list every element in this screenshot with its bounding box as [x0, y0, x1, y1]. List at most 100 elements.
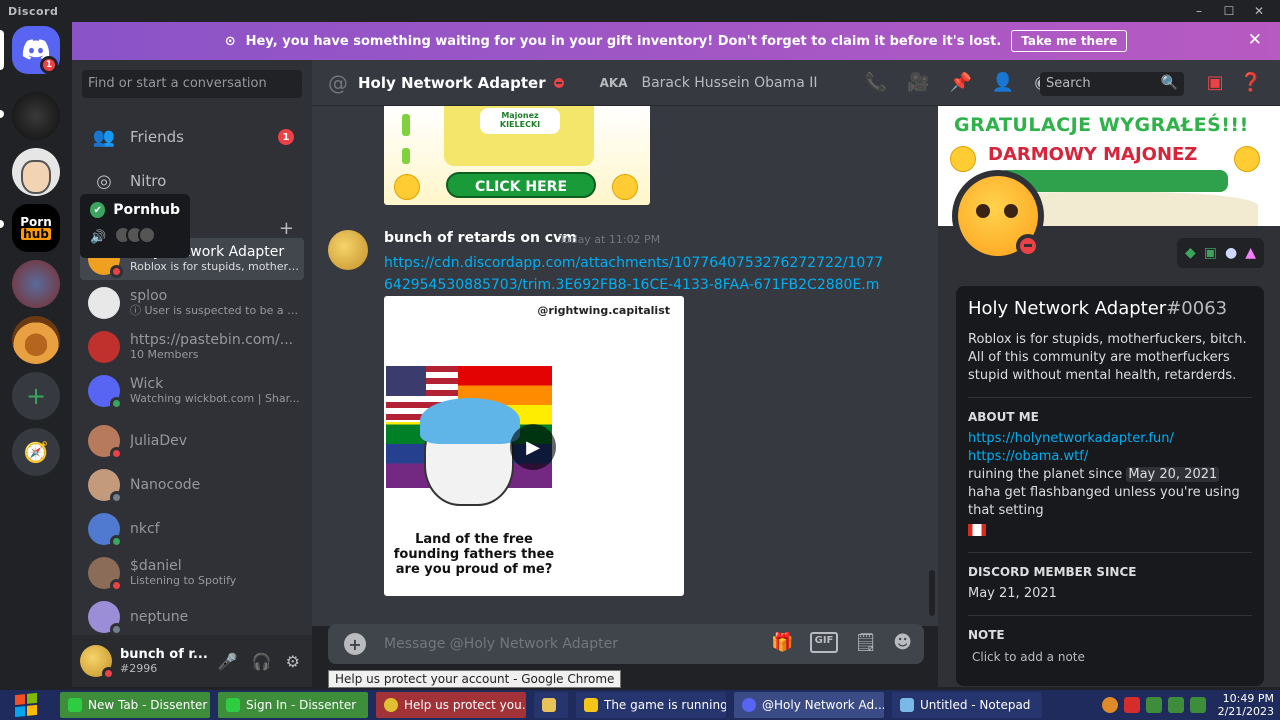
chrome-icon — [384, 698, 398, 712]
nitro-badge-icon[interactable]: ▣ — [1204, 245, 1217, 261]
minimize-button[interactable]: – — [1186, 4, 1212, 18]
add-friend-icon[interactable]: 👤 — [992, 72, 1014, 93]
about-link[interactable]: https://obama.wtf/ — [968, 448, 1252, 466]
video-call-icon[interactable]: 🎥 — [907, 72, 929, 93]
microphone-icon[interactable]: 🎤 — [218, 652, 238, 671]
pin-icon[interactable]: 📌 — [949, 72, 971, 93]
settings-gear-icon[interactable]: ⚙ — [286, 652, 300, 671]
taskbar-item[interactable]: @Holy Network Ad... — [734, 692, 884, 718]
dm-name: Wick — [130, 376, 164, 392]
taskbar-item[interactable]: Sign In - Dissenter — [218, 692, 368, 718]
message-composer: + Message @Holy Network Adapter 🎁 GIF 🗒 … — [328, 624, 924, 664]
early-supporter-badge-icon[interactable]: ▲ — [1245, 245, 1256, 261]
at-icon: @ — [328, 70, 348, 95]
chat-scrollbar[interactable] — [929, 570, 935, 616]
user-panel: bunch of r... #2996 🎤 🎧 ⚙ — [72, 635, 312, 687]
tray-network-icon[interactable] — [1167, 697, 1184, 713]
message-avatar[interactable] — [328, 230, 368, 270]
windows-taskbar: New Tab - Dissenter Sign In - Dissenter … — [0, 690, 1280, 720]
dm-name: neptune — [130, 609, 189, 625]
maximize-button[interactable]: ☐ — [1216, 4, 1242, 18]
add-server-button[interactable]: + — [12, 372, 60, 420]
server-burger[interactable] — [12, 316, 60, 364]
clock-time: 10:49 PM — [1222, 692, 1274, 705]
profile-avatar[interactable] — [952, 170, 1044, 262]
server-dark[interactable] — [12, 92, 60, 140]
server-flag[interactable] — [12, 260, 60, 308]
dm-item[interactable]: nkcf — [80, 508, 304, 550]
add-attachment-icon[interactable]: + — [344, 633, 366, 655]
browser-icon — [68, 698, 82, 712]
dm-item[interactable]: neptune — [80, 596, 304, 635]
tray-flag-icon[interactable] — [1123, 697, 1140, 713]
taskbar-item[interactable]: The game is running... — [576, 692, 726, 718]
sidebar-item-friends[interactable]: 👥 Friends 1 — [80, 116, 304, 158]
folder-icon — [542, 698, 556, 712]
inbox-icon[interactable]: ▣ — [1207, 72, 1224, 93]
dm-name: $daniel — [130, 558, 182, 574]
dm-name: JuliaDev — [130, 433, 188, 449]
take-me-there-button[interactable]: Take me there — [1011, 30, 1128, 52]
status-online — [110, 535, 123, 548]
gif-button[interactable]: GIF — [809, 632, 839, 653]
divider — [968, 397, 1252, 398]
boost-badge-icon[interactable]: ● — [1225, 245, 1237, 261]
headphones-icon[interactable]: 🎧 — [252, 652, 272, 671]
video-attachment[interactable]: @rightwing.capitalist ▶ Land of the free… — [384, 296, 684, 596]
find-conversation-input[interactable]: Find or start a conversation — [82, 70, 302, 98]
dm-item[interactable]: https://pastebin.com/... 10 Members — [80, 326, 304, 368]
server-family-guy[interactable] — [12, 148, 60, 196]
taskbar-clock[interactable]: 10:49 PM 2/21/2023 — [1212, 692, 1274, 718]
dm-item[interactable]: $daniel Listening to Spotify — [80, 552, 304, 594]
about-line-1-date: May 20, 2021 — [1126, 467, 1220, 482]
sticker-icon[interactable]: 🗒 — [854, 632, 877, 653]
voice-call-icon[interactable]: 📞 — [865, 72, 887, 93]
start-button[interactable] — [0, 690, 52, 720]
taskbar-item-label: @Holy Network Ad... — [762, 698, 884, 712]
create-dm-button[interactable]: + — [279, 218, 294, 239]
play-icon[interactable]: ▶ — [510, 424, 556, 470]
image-embed[interactable]: Majonez KIELECKI CLICK HERE — [384, 106, 650, 205]
dm-status: Roblox is for stupids, motherf... — [130, 260, 300, 273]
explore-servers-button[interactable]: 🧭 — [12, 428, 60, 476]
us-canton — [386, 366, 426, 396]
emoji-icon[interactable]: ☻ — [893, 632, 912, 653]
discord-window: Discord – ☐ ✕ 1 Porn hub + 🧭 ⊙ Hey, you … — [0, 0, 1280, 720]
message-author[interactable]: bunch of retards on cvm — [384, 230, 577, 246]
about-link[interactable]: https://holynetworkadapter.fun/ — [968, 430, 1252, 448]
mayonnaise-jar-image: Majonez KIELECKI — [444, 106, 594, 166]
close-window-button[interactable]: ✕ — [1246, 4, 1272, 18]
header-search-input[interactable]: Search 🔍 — [1040, 72, 1184, 96]
avatar — [88, 287, 120, 319]
tray-chevron-icon[interactable] — [1101, 697, 1118, 713]
dm-item[interactable]: JuliaDev — [80, 420, 304, 462]
canada-flag-icon — [968, 524, 986, 536]
taskbar-item[interactable]: Help us protect you... — [376, 692, 526, 718]
server-list: 1 Porn hub + 🧭 — [0, 22, 72, 687]
title-bar: Discord – ☐ ✕ — [0, 0, 1280, 22]
taskbar-item[interactable]: New Tab - Dissenter — [60, 692, 210, 718]
discord-icon — [742, 698, 756, 712]
member-since-date: May 21, 2021 — [968, 586, 1057, 601]
friends-icon: 👥 — [92, 126, 116, 148]
hypesquad-badge-icon[interactable]: ◆ — [1185, 245, 1196, 261]
note-input[interactable]: Click to add a note — [968, 650, 1252, 664]
tray-app-icon[interactable] — [1145, 697, 1162, 713]
banner-close-icon[interactable]: ✕ — [1248, 30, 1262, 50]
dm-item[interactable]: Nanocode — [80, 464, 304, 506]
help-icon[interactable]: ❓ — [1240, 72, 1262, 93]
status-offline — [110, 491, 123, 504]
server-pornhub[interactable]: Porn hub — [12, 204, 60, 252]
dm-item[interactable]: sploo ⓘ User is suspected to be a tr... — [80, 282, 304, 324]
dm-item[interactable]: Wick Watching wickbot.com | Shar... — [80, 370, 304, 412]
click-here-button[interactable]: CLICK HERE — [446, 172, 596, 198]
nitro-icon: ◎ — [96, 170, 112, 192]
taskbar-item[interactable]: Untitled - Notepad — [892, 692, 1042, 718]
avatar — [88, 425, 123, 460]
tray-volume-icon[interactable] — [1189, 697, 1206, 713]
avatar[interactable] — [80, 645, 115, 680]
gift-icon[interactable]: 🎁 — [771, 632, 793, 653]
message-input[interactable]: Message @Holy Network Adapter — [384, 636, 618, 652]
taskbar-item[interactable] — [534, 692, 568, 718]
note-header: NOTE — [968, 628, 1005, 642]
